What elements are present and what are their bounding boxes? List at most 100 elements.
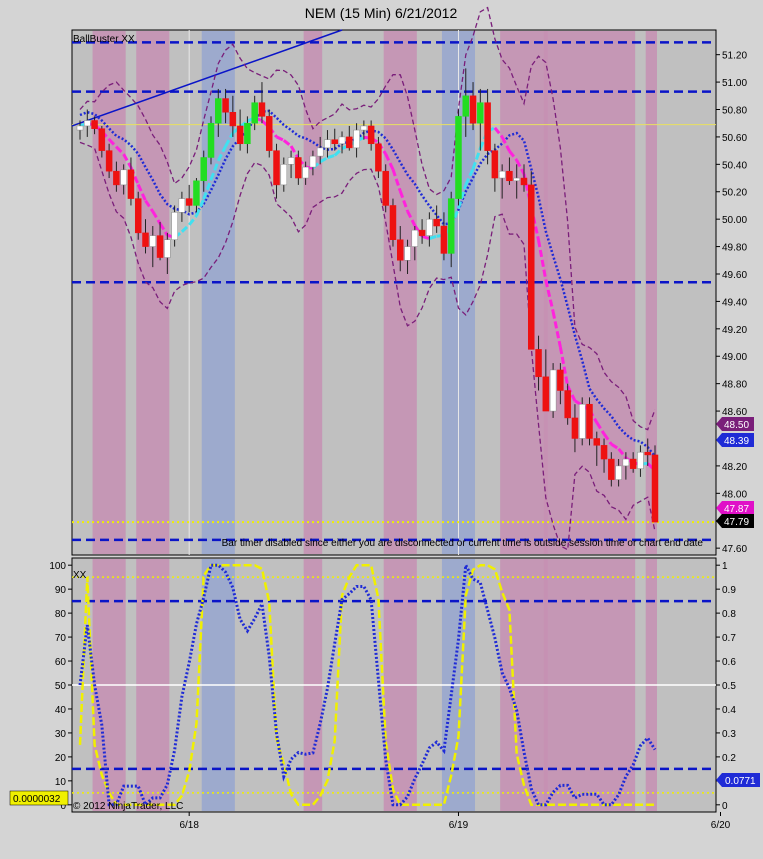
candle-body — [98, 128, 106, 151]
candle-body — [469, 95, 477, 124]
candle-body — [338, 136, 346, 145]
x-tick-label: 6/18 — [179, 820, 199, 831]
candle-body — [295, 157, 302, 179]
price-tick-label: 50.00 — [722, 215, 747, 226]
candle-body — [520, 177, 528, 186]
candle-body — [280, 164, 288, 186]
left-value-badge-label: 0.0000032 — [13, 794, 61, 805]
candle-body — [76, 125, 84, 131]
price-badge-label: 47.87 — [724, 504, 749, 515]
session-band — [303, 31, 323, 554]
chart-title: NEM (15 Min) 6/21/2012 — [305, 5, 458, 21]
oscillator-left-tick-label: 30 — [55, 729, 67, 740]
oscillator-right-tick-label: 0.7 — [722, 633, 736, 644]
candle-body — [549, 369, 557, 412]
bar-timer-notice: Bar timer disabled since either you are … — [222, 538, 704, 549]
candle-body — [382, 170, 389, 206]
price-tick-label: 48.20 — [722, 462, 747, 473]
candle-body — [375, 143, 382, 172]
price-tick-label: 48.80 — [722, 380, 747, 391]
candle-body — [528, 184, 535, 350]
candle-body — [600, 445, 608, 460]
candle-body — [273, 150, 280, 186]
oscillator-right-tick-label: 0.4 — [722, 705, 736, 716]
candle-body — [513, 177, 520, 182]
session-band — [92, 31, 126, 554]
candle-body — [484, 102, 491, 151]
candle-body — [229, 111, 237, 127]
candle-body — [615, 465, 622, 480]
candle-body — [404, 246, 411, 261]
candle-body — [644, 451, 651, 456]
candle-body — [586, 403, 593, 439]
oscillator-left-tick-label: 60 — [55, 657, 67, 668]
candle-body — [542, 376, 550, 412]
price-tick-label: 49.80 — [722, 243, 747, 254]
price-tick-label: 50.60 — [722, 133, 747, 144]
candle-body — [258, 102, 266, 117]
candle-body — [397, 239, 404, 261]
candle-body — [637, 451, 644, 469]
oscillator-left-tick-label: 50 — [55, 681, 67, 692]
candle-body — [433, 218, 440, 227]
session-band — [136, 31, 170, 554]
x-tick-label: 6/20 — [711, 820, 731, 831]
candle-body — [331, 139, 338, 145]
candle-body — [185, 198, 193, 206]
price-tick-label: 49.00 — [722, 352, 747, 363]
candle-body — [193, 180, 200, 206]
candle-body — [498, 170, 506, 179]
price-tick-label: 49.40 — [722, 297, 747, 308]
candle-body — [491, 150, 499, 179]
candle-body — [149, 235, 157, 247]
candle-body — [593, 438, 601, 446]
price-tick-label: 51.20 — [722, 51, 747, 62]
candle-body — [353, 129, 360, 149]
candle-body — [324, 139, 331, 149]
candle-body — [578, 403, 586, 439]
oscillator-right-tick-label: 0.3 — [722, 729, 736, 740]
oscillator-right-tick-label: 0.8 — [722, 609, 736, 620]
oscillator-left-tick-label: 80 — [55, 609, 67, 620]
oscillator-left-tick-label: 10 — [55, 777, 67, 788]
candle-body — [84, 120, 91, 127]
candle-body — [105, 150, 113, 172]
candle-body — [608, 458, 615, 480]
candle-body — [236, 125, 244, 145]
oscillator-right-tick-label: 0.2 — [722, 753, 736, 764]
candle-body — [142, 232, 149, 247]
oscillator-right-tick-label: 1 — [722, 561, 728, 572]
copyright: © 2012 NinjaTrader, LLC — [73, 801, 183, 812]
candle-body — [302, 166, 309, 179]
session-band — [500, 31, 548, 554]
price-tick-label: 50.40 — [722, 160, 747, 171]
candle-body — [200, 157, 207, 182]
candle-body — [651, 454, 659, 523]
price-tick-label: 51.00 — [722, 78, 747, 89]
price-tick-label: 47.60 — [722, 544, 747, 555]
candle-body — [564, 390, 571, 419]
price-badge-label: 47.79 — [724, 517, 749, 528]
candle-body — [134, 198, 142, 234]
candle-body — [164, 239, 171, 258]
candle-body — [477, 102, 484, 124]
candle-body — [367, 125, 375, 145]
candle-body — [411, 229, 419, 247]
candle-body — [178, 198, 186, 213]
price-tick-label: 48.00 — [722, 489, 747, 500]
price-tick-label: 49.20 — [722, 325, 747, 336]
candle-body — [418, 229, 426, 236]
candle-body — [309, 155, 317, 168]
candle-body — [346, 136, 353, 149]
price-tick-label: 50.80 — [722, 106, 747, 117]
oscillator-right-tick-label: 0.9 — [722, 585, 736, 596]
candle-body — [120, 169, 127, 186]
chart-canvas: 51.20 51.00 50.80 50.60 50.40 50.20 50.00 49.80… — [9, 5, 760, 831]
oscillator-right-tick-label: 0 — [722, 801, 728, 812]
oscillator-left-tick-label: 100 — [49, 561, 66, 572]
candle-body — [251, 102, 258, 124]
right-value-badge-label: 0.0771 — [725, 776, 756, 787]
candle-body — [506, 170, 513, 182]
x-tick-label: 6/19 — [449, 820, 469, 831]
candle-body — [127, 169, 135, 199]
